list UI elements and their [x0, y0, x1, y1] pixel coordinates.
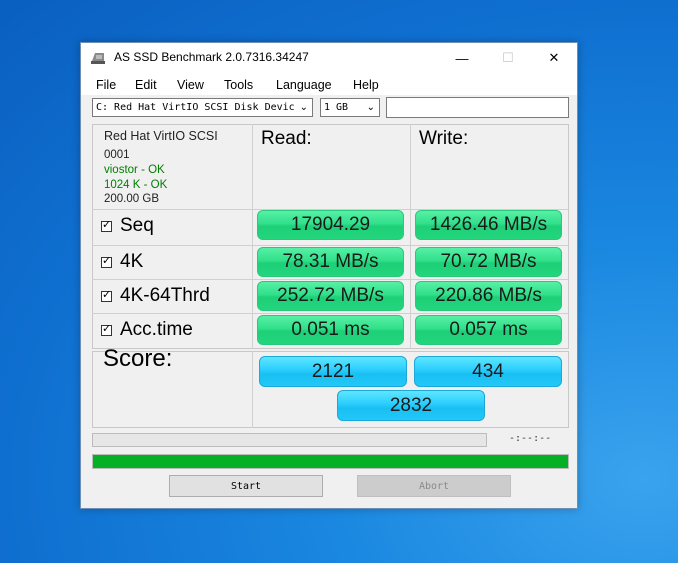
seq-read-result: 17904.29: [257, 210, 404, 240]
acctime-checkbox[interactable]: [101, 322, 112, 336]
read-header: Read:: [261, 128, 312, 149]
row-seq-label[interactable]: Seq: [101, 215, 154, 237]
drive-name: Red Hat VirtIO SCSI: [104, 129, 218, 143]
chevron-down-icon: ⌄: [366, 102, 375, 113]
4k-checkbox[interactable]: [101, 254, 112, 268]
divider: [92, 245, 569, 246]
maximize-button: ☐: [502, 50, 514, 65]
drive-capacity: 200.00 GB: [104, 193, 159, 205]
menu-file[interactable]: File: [96, 78, 116, 92]
menu-language[interactable]: Language: [276, 78, 332, 92]
menu-view[interactable]: View: [177, 78, 204, 92]
text-field[interactable]: [386, 97, 569, 118]
menu-tools[interactable]: Tools: [224, 78, 253, 92]
score-read: 2121: [259, 356, 407, 387]
size-select-value: 1 GB: [324, 102, 349, 113]
write-header: Write:: [419, 128, 469, 149]
4k-read-result: 78.31 MB/s: [257, 247, 404, 277]
title-bar[interactable]: AS SSD Benchmark 2.0.7316.34247 — ☐ ✕: [81, 43, 577, 73]
acctime-write-result: 0.057 ms: [415, 315, 562, 345]
score-label: Score:: [103, 345, 173, 372]
divider: [252, 351, 253, 428]
menu-edit[interactable]: Edit: [135, 78, 157, 92]
drive-firmware: 0001: [104, 149, 130, 161]
4k64-label-text: 4K-64Thrd: [120, 285, 210, 306]
acctime-read-result: 0.051 ms: [257, 315, 404, 345]
elapsed-time: -:--:--: [509, 433, 552, 444]
divider: [92, 279, 569, 280]
acctime-label-text: Acc.time: [120, 319, 193, 340]
as-ssd-window: AS SSD Benchmark 2.0.7316.34247 — ☐ ✕ Fi…: [80, 42, 578, 509]
driver-status: viostor - OK: [104, 164, 165, 176]
disk-icon: [91, 53, 105, 64]
row-4k-label[interactable]: 4K: [101, 251, 143, 273]
abort-button: Abort: [357, 475, 511, 497]
start-button[interactable]: Start: [169, 475, 323, 497]
divider: [410, 124, 411, 349]
4k-write-result: 70.72 MB/s: [415, 247, 562, 277]
score-write: 434: [414, 356, 562, 387]
divider: [92, 313, 569, 314]
score-total: 2832: [337, 390, 485, 421]
row-acctime-label[interactable]: Acc.time: [101, 319, 193, 341]
minimize-button[interactable]: —: [439, 43, 485, 73]
divider: [252, 124, 253, 349]
drive-select[interactable]: C: Red Hat VirtIO SCSI Disk Devic ⌄: [92, 98, 313, 117]
chevron-down-icon: ⌄: [299, 102, 308, 113]
seq-write-result: 1426.46 MB/s: [415, 210, 562, 240]
4k-label-text: 4K: [120, 251, 144, 272]
menu-bar: File Edit View Tools Language Help: [81, 73, 577, 95]
seq-label-text: Seq: [120, 215, 154, 236]
4k64-checkbox[interactable]: [101, 288, 112, 302]
total-progress-bar: [92, 454, 569, 469]
total-progress-fill: [93, 455, 568, 468]
alignment-status: 1024 K - OK: [104, 179, 168, 191]
4k64-read-result: 252.72 MB/s: [257, 281, 404, 311]
test-progress-bar: [92, 433, 487, 447]
row-4k64-label[interactable]: 4K-64Thrd: [101, 285, 210, 307]
menu-help[interactable]: Help: [353, 78, 379, 92]
size-select[interactable]: 1 GB ⌄: [320, 98, 380, 117]
window-title: AS SSD Benchmark 2.0.7316.34247: [114, 50, 309, 64]
seq-checkbox[interactable]: [101, 218, 112, 232]
drive-select-value: C: Red Hat VirtIO SCSI Disk Devic: [96, 102, 295, 113]
4k64-write-result: 220.86 MB/s: [415, 281, 562, 311]
close-button[interactable]: ✕: [531, 43, 577, 73]
